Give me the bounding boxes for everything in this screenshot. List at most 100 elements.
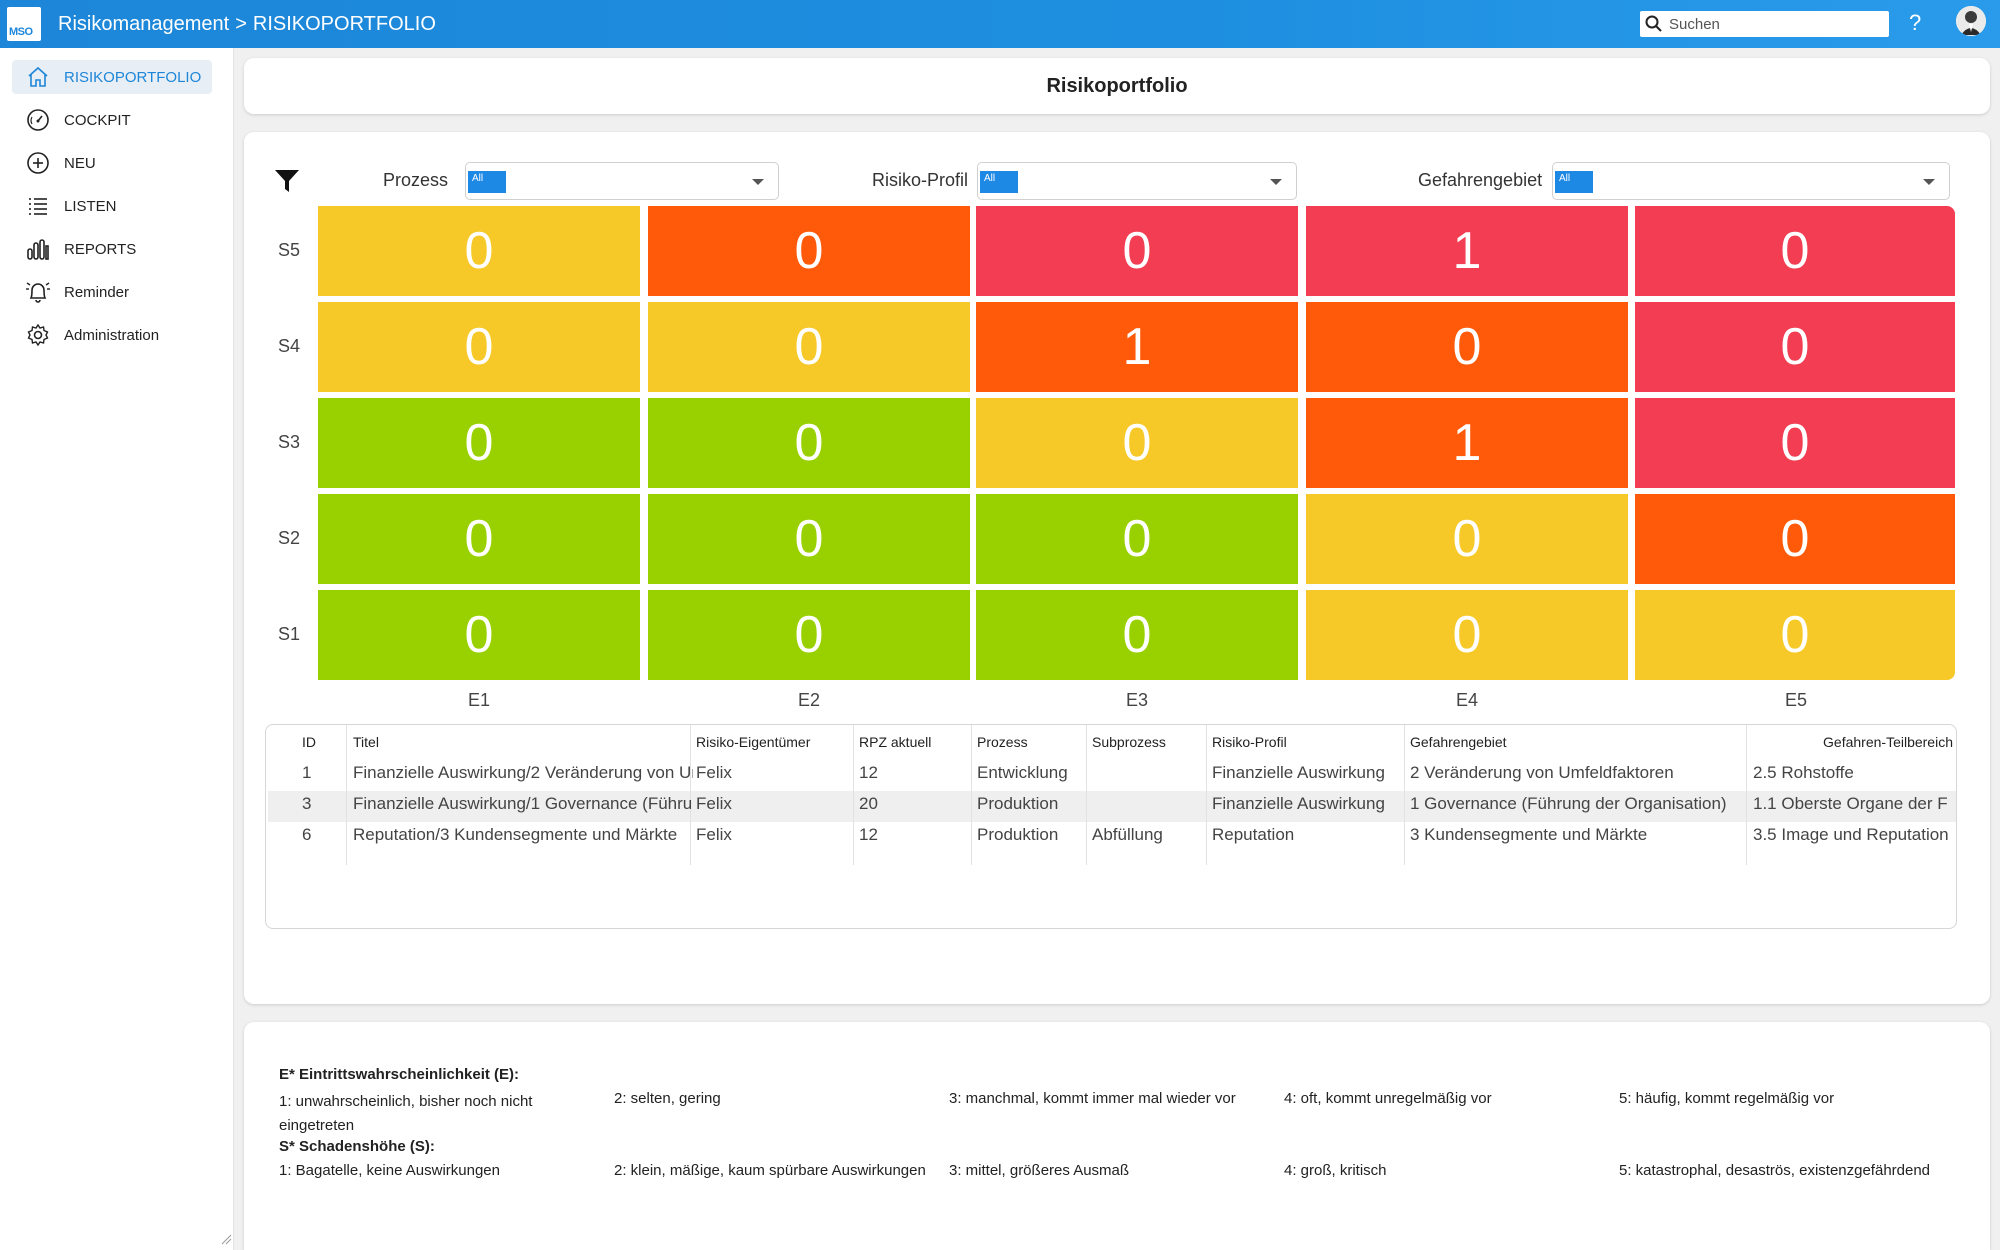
matrix-cell[interactable]: 0 [648, 590, 970, 680]
table-cell: 12 [859, 825, 878, 844]
sidebar-item-label: Administration [64, 326, 160, 344]
legend-e-4: 4: oft, kommt unregelmäßig vor [1284, 1090, 1492, 1107]
table-cell: Finanzielle Auswirkung [1212, 794, 1385, 813]
table-cell[interactable]: Reputation/3 Kundensegmente und Märkte [353, 825, 693, 845]
sidebar-item-listen[interactable]: LISTEN [12, 189, 212, 223]
matrix-cell[interactable]: 0 [318, 398, 640, 488]
table-header[interactable]: Gefahrengebiet [1410, 734, 1750, 750]
sidebar-item-administration[interactable]: Administration [12, 318, 212, 352]
matrix-cell[interactable]: 0 [648, 302, 970, 392]
table-header[interactable]: Titel [353, 734, 693, 750]
legend-s-5: 5: katastrophal, desaströs, existenzgefä… [1619, 1162, 1931, 1179]
logo-text: MSO [9, 26, 33, 38]
risk-table: ID Titel Risiko-Eigentümer RPZ aktuell Proze… [265, 724, 1957, 929]
bar-chart-icon [24, 235, 52, 263]
matrix-cell[interactable]: 0 [976, 494, 1298, 584]
matrix-cell[interactable]: 0 [976, 590, 1298, 680]
sidebar-item-cockpit[interactable]: COCKPIT [12, 103, 212, 137]
legend-card: E* Eintrittswahrscheinlichkeit (E): 1: u… [244, 1022, 1990, 1250]
table-cell: Entwicklung [977, 763, 1068, 782]
table-cell: 20 [859, 794, 878, 813]
app-logo[interactable]: MSO [7, 7, 41, 41]
breadcrumb: Risikomanagement > RISIKOPORTFOLIO [58, 13, 436, 36]
gauge-icon [24, 106, 52, 134]
table-header[interactable]: RPZ aktuell [859, 734, 974, 750]
matrix-cell[interactable]: 0 [1306, 302, 1628, 392]
prozess-select[interactable]: All [465, 162, 779, 200]
matrix-row-label: S4 [278, 336, 301, 356]
legend-e-title: E* Eintrittswahrscheinlichkeit (E): [279, 1066, 520, 1083]
matrix-cell[interactable]: 0 [1306, 590, 1628, 680]
sidebar-item-reminder[interactable]: Reminder [12, 275, 212, 309]
matrix-cell[interactable]: 0 [1306, 494, 1628, 584]
matrix-cell[interactable]: 0 [318, 206, 640, 296]
gefahrengebiet-select[interactable]: All [1552, 162, 1950, 200]
matrix-cell[interactable]: 0 [976, 398, 1298, 488]
table-header[interactable]: Risiko-Profil [1212, 734, 1407, 750]
help-button[interactable]: ? [1909, 10, 1921, 36]
matrix-cell[interactable]: 1 [976, 302, 1298, 392]
search-input[interactable] [1669, 15, 1869, 33]
page-title: Risikoportfolio [1046, 74, 1188, 97]
sidebar-item-label: REPORTS [64, 240, 137, 258]
matrix-cell[interactable]: 0 [976, 206, 1298, 296]
risiko-profil-select[interactable]: All [977, 162, 1297, 200]
legend-s-1: 1: Bagatelle, keine Auswirkungen [279, 1162, 500, 1179]
table-header[interactable]: Risiko-Eigentümer [696, 734, 856, 750]
matrix-cell[interactable]: 0 [318, 590, 640, 680]
filter-icon[interactable] [274, 168, 300, 194]
table-cell: 1 [302, 763, 312, 782]
selected-chip: All [468, 171, 506, 193]
matrix-cell[interactable]: 0 [648, 494, 970, 584]
matrix-cell[interactable]: 0 [318, 302, 640, 392]
table-cell: 3 [302, 794, 312, 813]
sidebar-item-label: RISIKOPORTFOLIO [64, 68, 202, 86]
legend-e-3: 3: manchmal, kommt immer mal wieder vor [949, 1090, 1236, 1107]
table-cell: 2.5 Rohstoffe [1753, 763, 1854, 782]
breadcrumb-module[interactable]: Risikomanagement [58, 13, 229, 36]
matrix-cell[interactable]: 0 [1635, 398, 1955, 488]
table-cell: Felix [696, 825, 732, 844]
resize-handle-icon[interactable] [220, 1233, 232, 1245]
table-header[interactable]: ID [302, 734, 332, 750]
matrix-cell[interactable]: 1 [1306, 398, 1628, 488]
matrix-cell[interactable]: 0 [1635, 494, 1955, 584]
matrix-cell[interactable]: 0 [1635, 302, 1955, 392]
table-cell: Reputation [1212, 825, 1295, 844]
sidebar-item-label: Reminder [64, 283, 130, 301]
table-cell: 12 [859, 763, 878, 782]
sidebar-item-neu[interactable]: NEU [12, 146, 212, 180]
table-header[interactable]: Subprozess [1092, 734, 1207, 750]
chevron-down-icon [1270, 179, 1282, 185]
legend-e-2: 2: selten, gering [614, 1090, 721, 1107]
table-cell: 6 [302, 825, 312, 844]
table-cell: 3.5 Image und Reputation [1753, 825, 1949, 844]
sidebar-item-reports[interactable]: REPORTS [12, 232, 212, 266]
table-header[interactable]: Prozess [977, 734, 1089, 750]
breadcrumb-page: RISIKOPORTFOLIO [252, 12, 436, 35]
sidebar: RISIKOPORTFOLIO COCKPIT NEU LISTEN REPOR… [0, 48, 234, 1250]
sidebar-item-risikoportfolio[interactable]: RISIKOPORTFOLIO [12, 60, 212, 94]
legend-e-5: 5: häufig, kommt regelmäßig vor [1619, 1090, 1835, 1107]
column-divider [346, 725, 347, 865]
home-icon [24, 63, 52, 91]
matrix-cell[interactable]: 0 [648, 206, 970, 296]
avatar[interactable] [1956, 6, 1986, 36]
list-icon [24, 192, 52, 220]
table-header[interactable]: Gefahren-Teilbereich [1753, 734, 1953, 750]
table-cell: Finanzielle Auswirkung [1212, 763, 1385, 782]
table-cell[interactable]: Finanzielle Auswirkung/1 Governance (Füh… [353, 794, 693, 814]
table-cell: Felix [696, 763, 732, 782]
matrix-cell[interactable]: 0 [1635, 590, 1955, 680]
matrix-cell[interactable]: 0 [1635, 206, 1955, 296]
table-cell: 2 Veränderung von Umfeldfaktoren [1410, 763, 1674, 782]
matrix-cell[interactable]: 0 [648, 398, 970, 488]
legend-s-3: 3: mittel, größeres Ausmaß [949, 1162, 1130, 1179]
matrix-cell[interactable]: 0 [318, 494, 640, 584]
matrix-col-label: E1 [467, 690, 491, 710]
gear-icon [24, 321, 52, 349]
plus-circle-icon [24, 149, 52, 177]
table-cell[interactable]: Finanzielle Auswirkung/2 Veränderung von… [353, 763, 693, 783]
legend-s-2: 2: klein, mäßige, kaum spürbare Auswirku… [614, 1162, 926, 1179]
matrix-cell[interactable]: 1 [1306, 206, 1628, 296]
